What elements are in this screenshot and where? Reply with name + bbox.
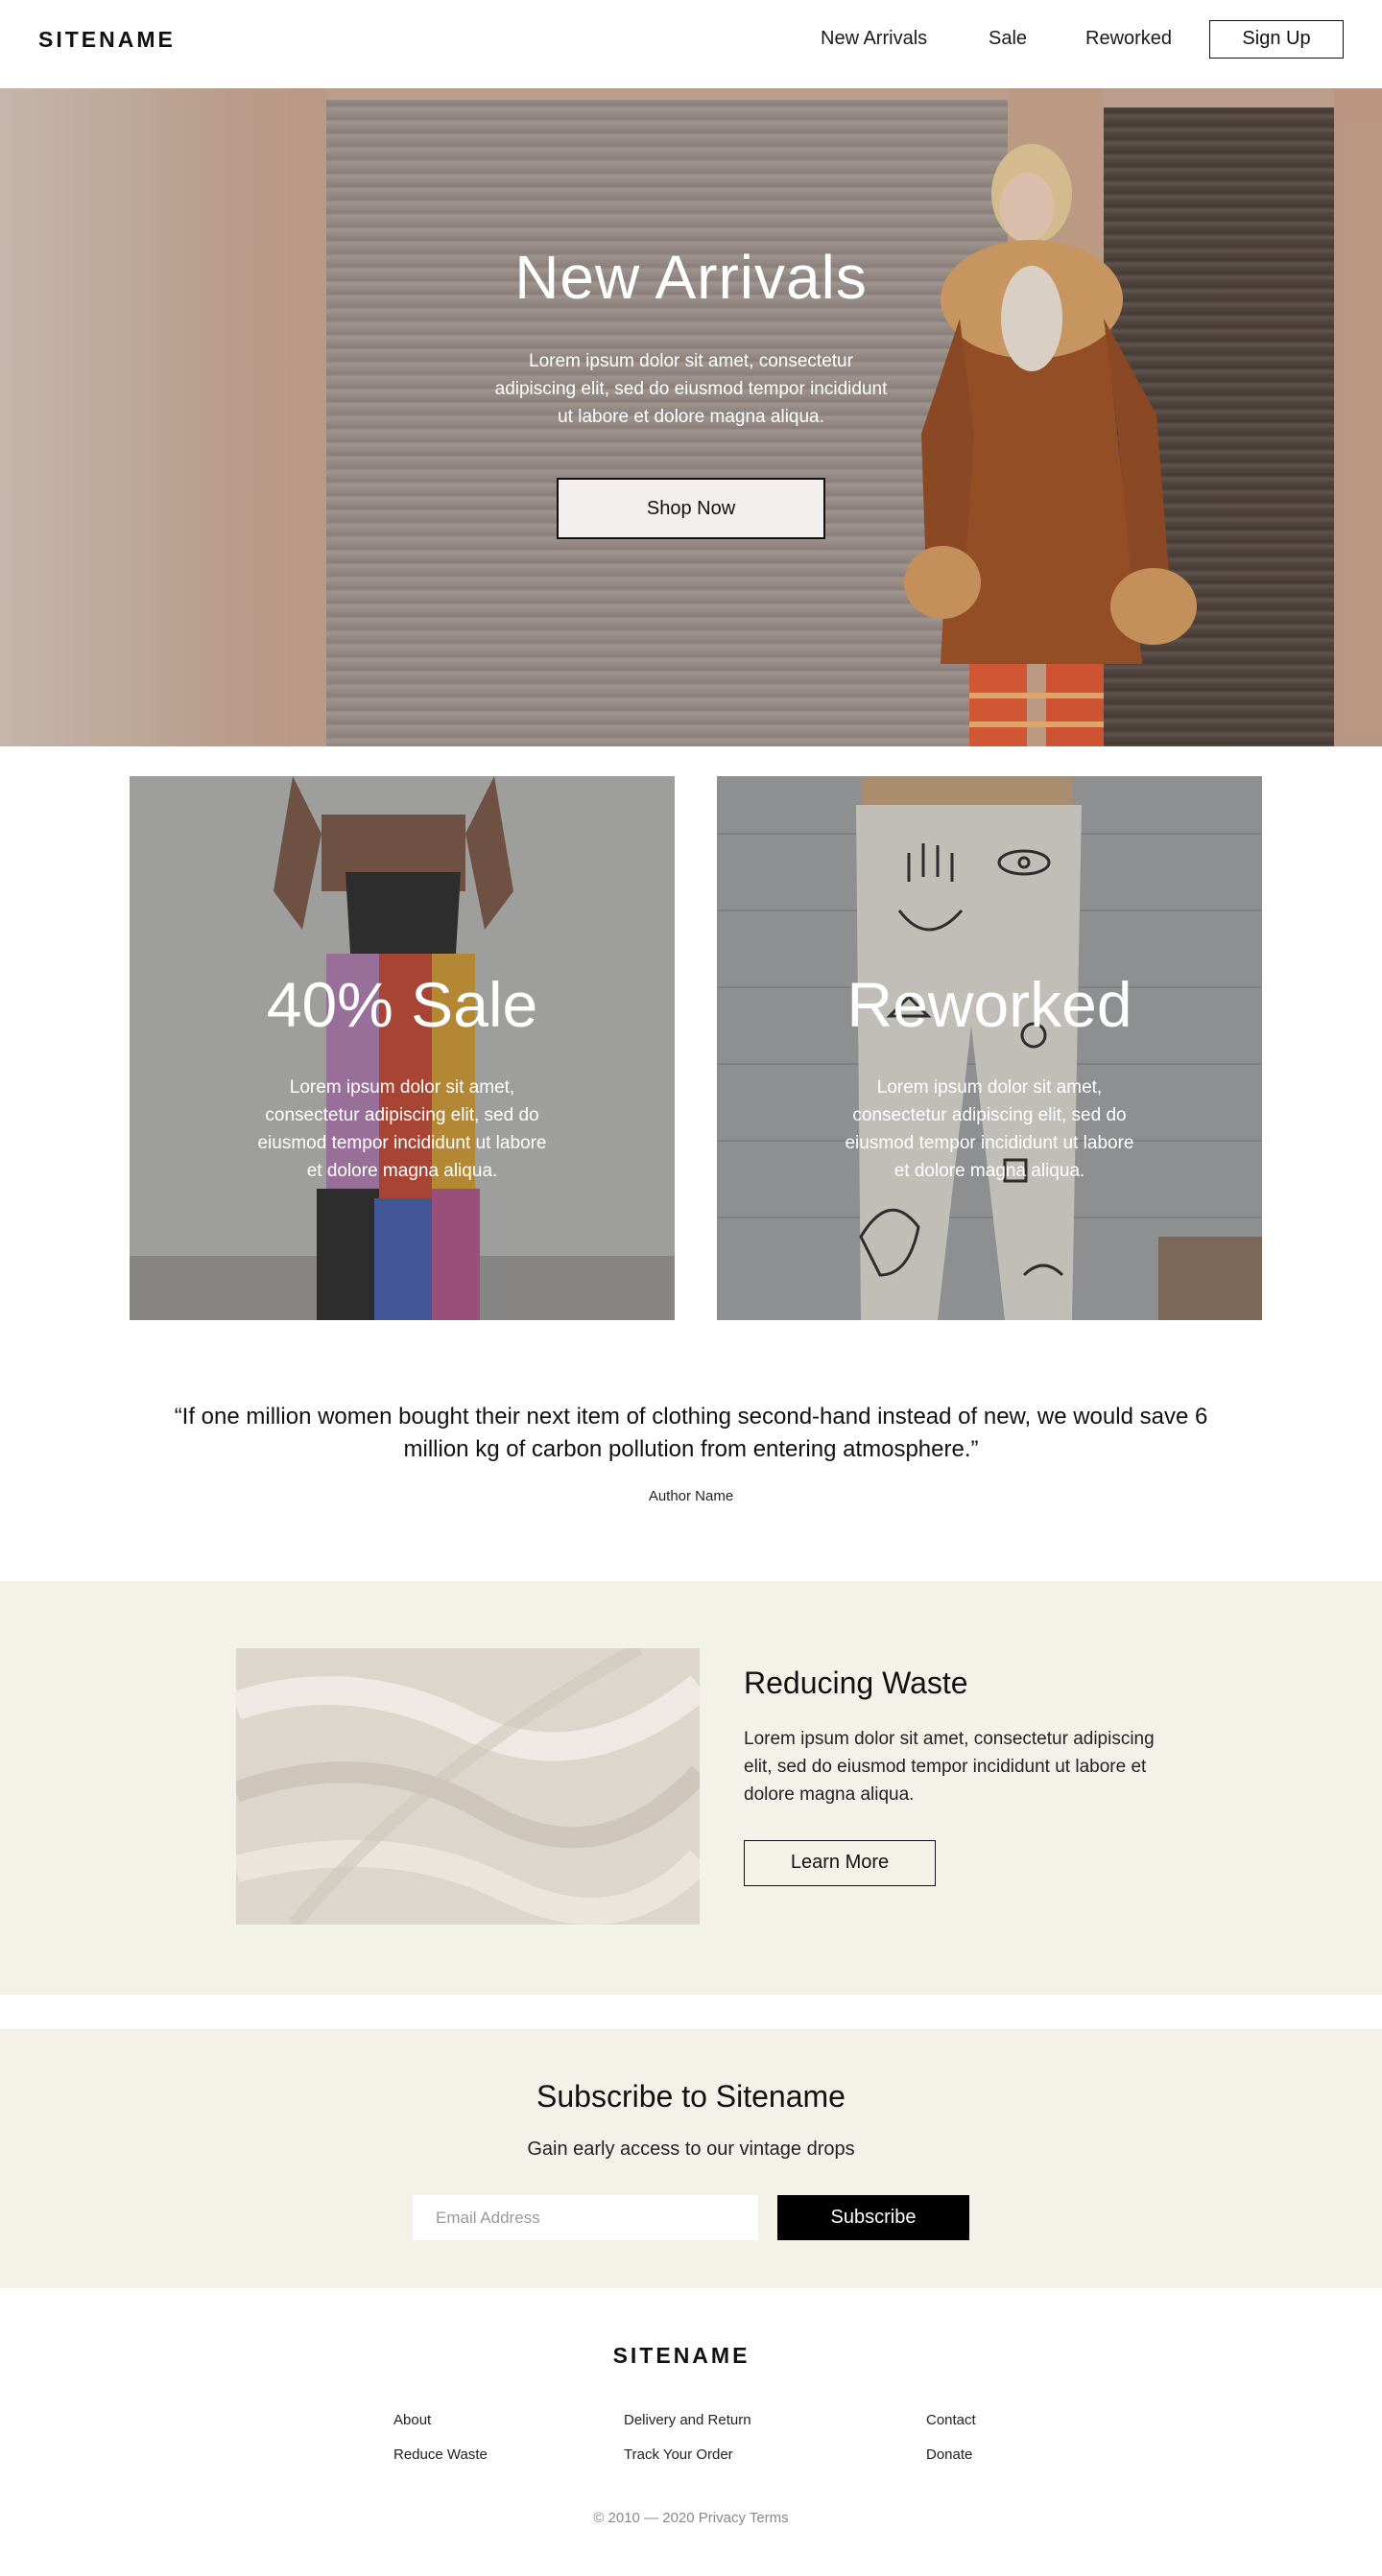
shop-now-button[interactable]: Shop Now [557,478,825,539]
footer-logo[interactable]: SITENAME [0,2343,1363,2369]
subscribe-section: Subscribe to Sitename Gain early access … [0,2029,1382,2288]
landing-page: SITENAME New Arrivals Sale Reworked Sign… [0,0,1382,2576]
footer-link-reduce-waste[interactable]: Reduce Waste [393,2446,488,2463]
sale-card-overlay [130,776,675,1320]
learn-more-button[interactable]: Learn More [744,1840,936,1886]
sign-up-button[interactable]: Sign Up [1209,20,1344,59]
footer-link-donate[interactable]: Donate [926,2446,972,2463]
reworked-card-title: Reworked [846,969,1132,1040]
nav-new-arrivals[interactable]: New Arrivals [821,28,927,50]
subscribe-button[interactable]: Subscribe [777,2195,969,2240]
reducing-waste-description: Lorem ipsum dolor sit amet, consectetur … [744,1729,1155,1805]
nav-reworked[interactable]: Reworked [1085,28,1172,50]
reworked-card-description: Lorem ipsum dolor sit amet, consectetur … [845,1077,1134,1181]
sale-card[interactable]: 40% Sale Lorem ipsum dolor sit amet, con… [130,776,675,1320]
site-header: SITENAME New Arrivals Sale Reworked Sign… [0,0,1382,88]
copyright-text: © 2010 — 2020 Privacy Terms [593,2510,789,2526]
subscribe-title: Subscribe to Sitename [536,2079,846,2114]
reworked-card[interactable]: Reworked Lorem ipsum dolor sit amet, con… [717,776,1262,1320]
sale-card-title: 40% Sale [266,969,538,1040]
footer-link-contact[interactable]: Contact [926,2412,976,2428]
reworked-card-overlay [717,776,1262,1320]
subscribe-description: Gain early access to our vintage drops [527,2139,855,2160]
quote-text: “If one million women bought their next … [174,1404,1208,1462]
quote-author: Author Name [648,1488,734,1504]
footer-link-track-order[interactable]: Track Your Order [624,2446,733,2463]
fabric-texture [236,1648,700,1925]
hero-description: Lorem ipsum dolor sit amet, consectetur … [494,351,888,427]
fabric-image [236,1648,700,1925]
site-logo[interactable]: SITENAME [38,27,176,53]
hero-banner: New Arrivals Lorem ipsum dolor sit amet,… [0,88,1382,746]
nav-sale[interactable]: Sale [989,28,1027,50]
footer-link-about[interactable]: About [393,2412,431,2428]
sale-card-description: Lorem ipsum dolor sit amet, consectetur … [257,1077,547,1181]
hero-title: New Arrivals [514,243,868,312]
email-input[interactable] [413,2195,758,2240]
reducing-waste-section: Reducing Waste Lorem ipsum dolor sit ame… [0,1581,1382,1995]
footer-link-delivery-return[interactable]: Delivery and Return [624,2412,751,2428]
reducing-waste-title: Reducing Waste [744,1666,968,1700]
